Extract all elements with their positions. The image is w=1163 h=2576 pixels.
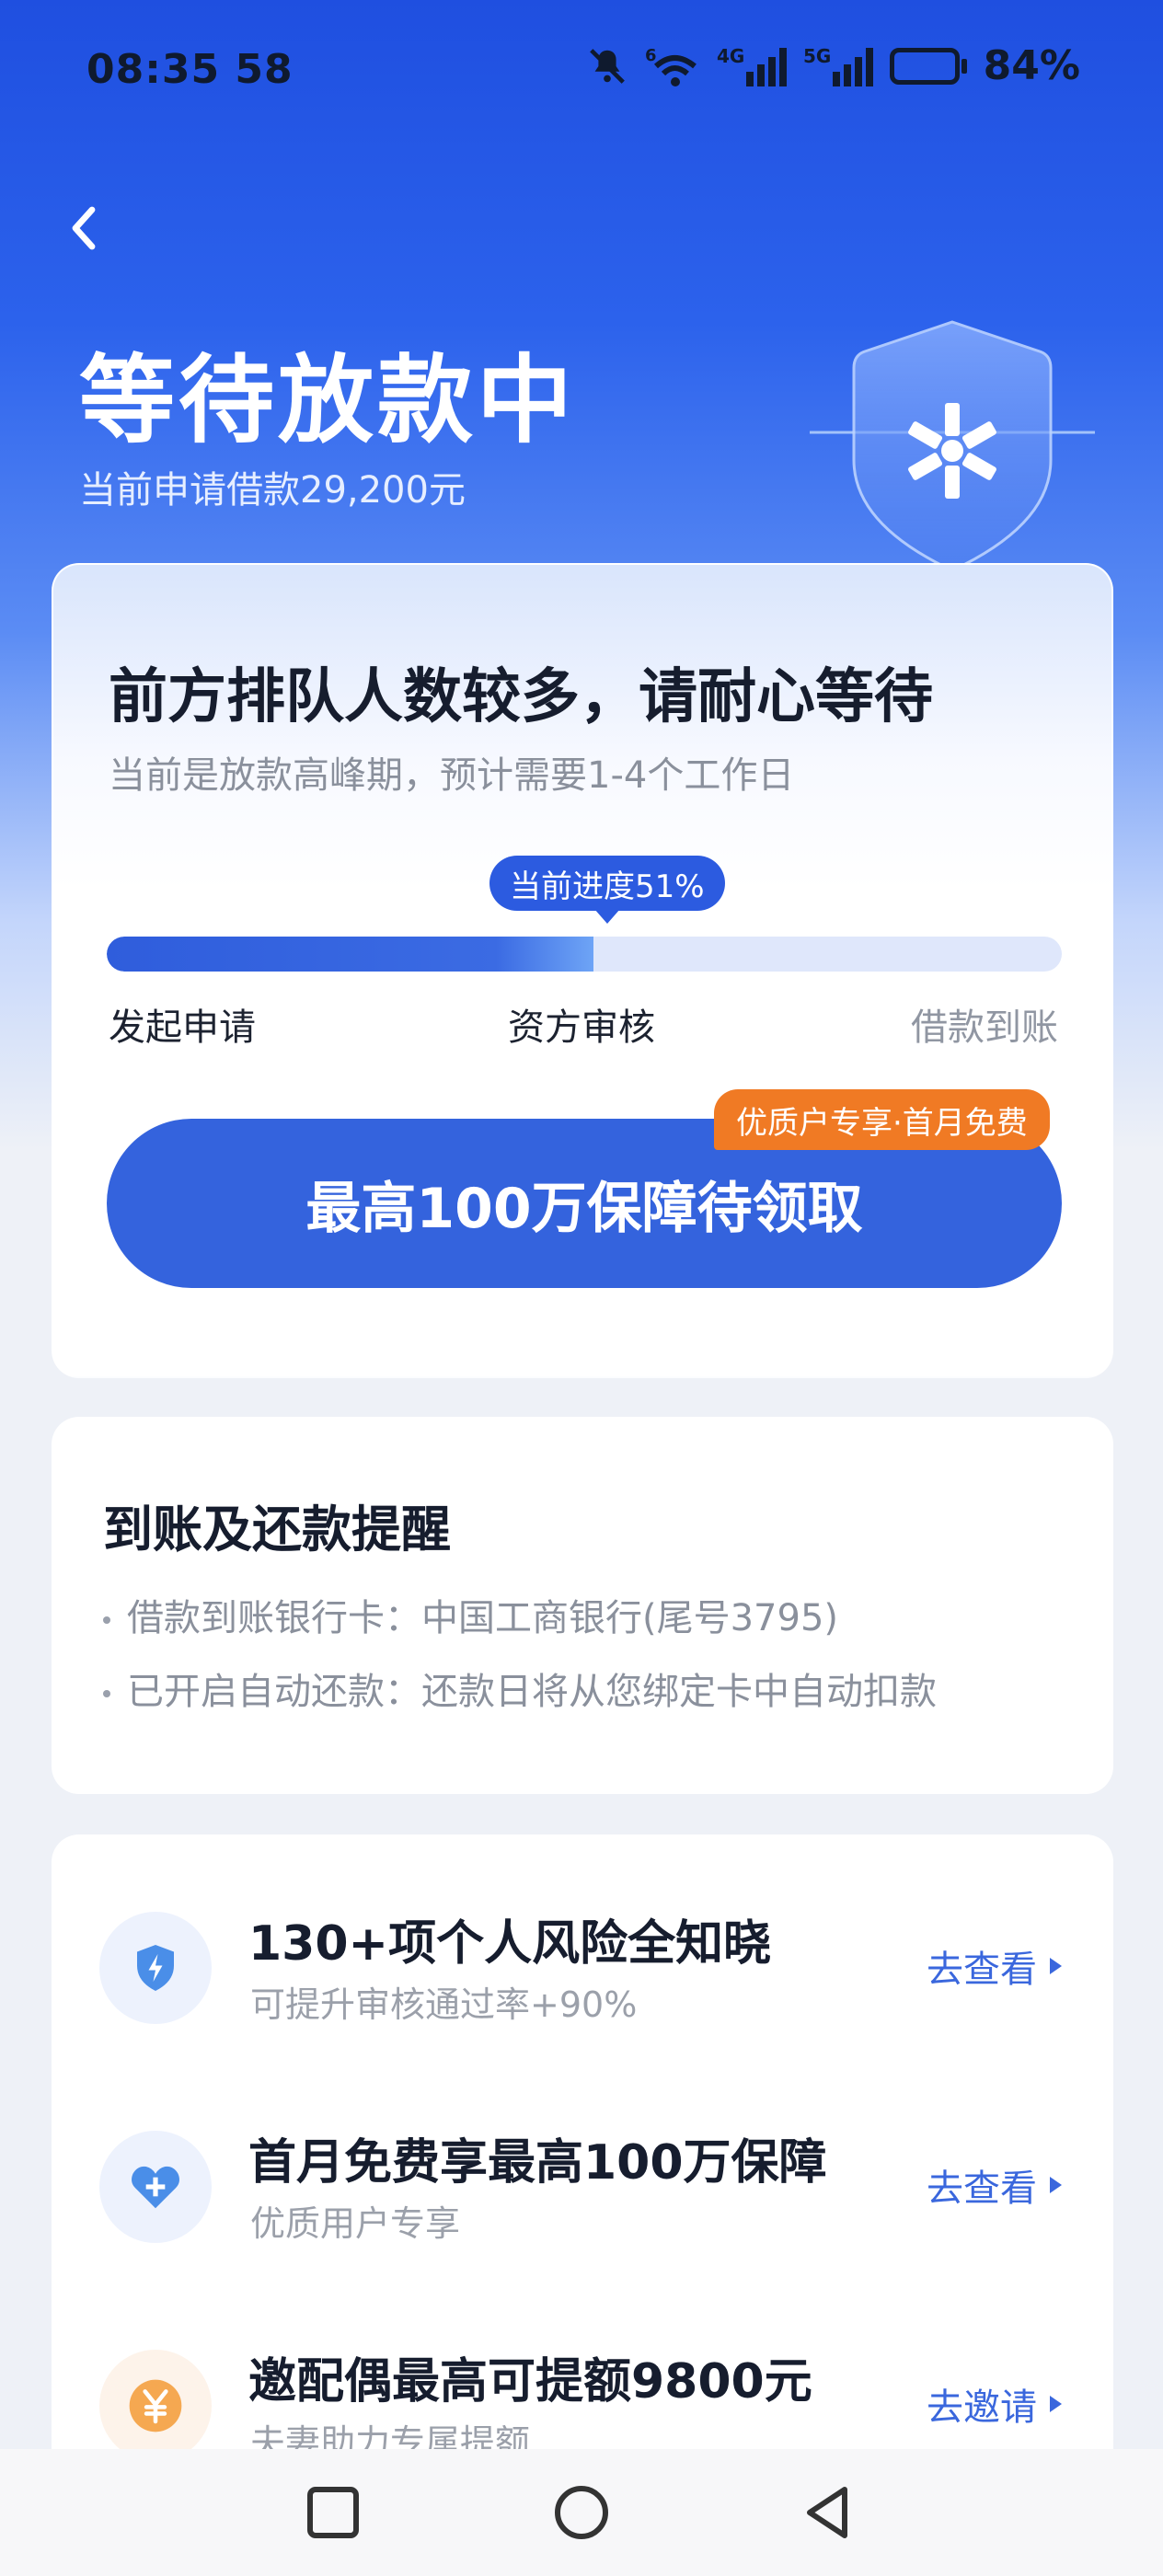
reminder-title: 到账及还款提醒 — [103, 1501, 451, 1558]
triangle-right-icon — [1050, 2177, 1062, 2193]
loan-progress-card: 前方排队人数较多，请耐心等待 当前是放款高峰期，预计需要1-4个工作日 当前进度… — [52, 563, 1113, 1378]
system-back-button[interactable] — [795, 2480, 859, 2545]
battery-percentage: 84% — [983, 42, 1080, 89]
status-time: 08:35 58 — [86, 46, 294, 93]
service-subtitle: 优质用户专享 — [250, 2203, 461, 2244]
wifi-icon: 6 — [645, 44, 700, 88]
service-subtitle: 可提升审核通过率+90% — [250, 1984, 638, 2025]
progress-bar — [107, 937, 1062, 972]
service-title: 130+项个人风险全知晓 — [248, 1916, 772, 1972]
invite-spouse-button[interactable]: 去邀请 — [927, 2377, 1062, 2431]
status-icons: 6 4G 5G 84% — [586, 42, 1080, 89]
step-apply: 发起申请 — [109, 1006, 256, 1049]
step-review: 资方审核 — [508, 1006, 655, 1049]
service-title: 邀配偶最高可提额9800元 — [248, 2354, 812, 2409]
view-risk-button[interactable]: 去查看 — [927, 1939, 1062, 1993]
reminder-bank-card-text: 借款到账银行卡：中国工商银行(尾号3795) — [127, 1597, 839, 1639]
progress-bar-fill — [107, 937, 594, 972]
service-guarantee[interactable]: 首月免费享最高100万保障 优质用户专享 去查看 — [52, 2118, 1113, 2302]
page-title: 等待放款中 — [79, 344, 577, 456]
home-button[interactable] — [549, 2480, 614, 2545]
status-bar: 08:35 58 6 4G 5G 84% — [0, 0, 1163, 147]
view-guarantee-button[interactable]: 去查看 — [927, 2158, 1062, 2212]
back-button[interactable] — [52, 195, 118, 261]
step-disbursed: 借款到账 — [911, 1006, 1058, 1049]
signal-4g-label: 4G — [717, 45, 744, 67]
service-risk-report[interactable]: 130+项个人风险全知晓 可提升审核通过率+90% 去查看 — [52, 1899, 1113, 2083]
triangle-right-icon — [1050, 2396, 1062, 2412]
yuan-coin-icon — [99, 2350, 212, 2462]
signal-5g-label: 5G — [803, 45, 831, 67]
service-title: 首月免费享最高100万保障 — [248, 2135, 827, 2191]
heart-plus-icon — [99, 2131, 212, 2243]
shield-bolt-icon — [99, 1912, 212, 2024]
reminder-bank-card: 借款到账银行卡：中国工商银行(尾号3795) — [103, 1588, 838, 1641]
battery-icon — [889, 47, 967, 85]
shield-logo-icon — [810, 304, 1095, 580]
service-action-label: 去查看 — [927, 2168, 1037, 2210]
square-icon — [307, 2487, 359, 2538]
circle-icon — [555, 2486, 608, 2539]
repayment-reminder-card: 到账及还款提醒 借款到账银行卡：中国工商银行(尾号3795) 已开启自动还款：还… — [52, 1417, 1113, 1794]
reminder-auto-repay: 已开启自动还款：还款日将从您绑定卡中自动扣款 — [103, 1662, 937, 1715]
chevron-left-icon — [72, 206, 96, 250]
queue-title: 前方排队人数较多，请耐心等待 — [109, 663, 933, 731]
triangle-back-icon — [807, 2487, 847, 2538]
signal-4g-icon: 4G — [717, 44, 787, 88]
triangle-right-icon — [1050, 1958, 1062, 1974]
signal-5g-icon: 5G — [803, 44, 873, 88]
loan-amount-subtitle: 当前申请借款29,200元 — [79, 469, 466, 512]
service-action-label: 去邀请 — [927, 2386, 1037, 2429]
queue-note: 当前是放款高峰期，预计需要1-4个工作日 — [109, 754, 795, 797]
promo-badge: 优质户专享·首月免费 — [714, 1089, 1050, 1150]
reminder-auto-repay-text: 已开启自动还款：还款日将从您绑定卡中自动扣款 — [127, 1671, 937, 1713]
system-nav-bar — [0, 2449, 1163, 2576]
wifi-generation-label: 6 — [645, 46, 657, 65]
service-action-label: 去查看 — [927, 1949, 1037, 1991]
recent-apps-button[interactable] — [301, 2480, 365, 2545]
progress-bubble: 当前进度51% — [489, 856, 725, 924]
mute-bell-icon — [586, 45, 628, 87]
